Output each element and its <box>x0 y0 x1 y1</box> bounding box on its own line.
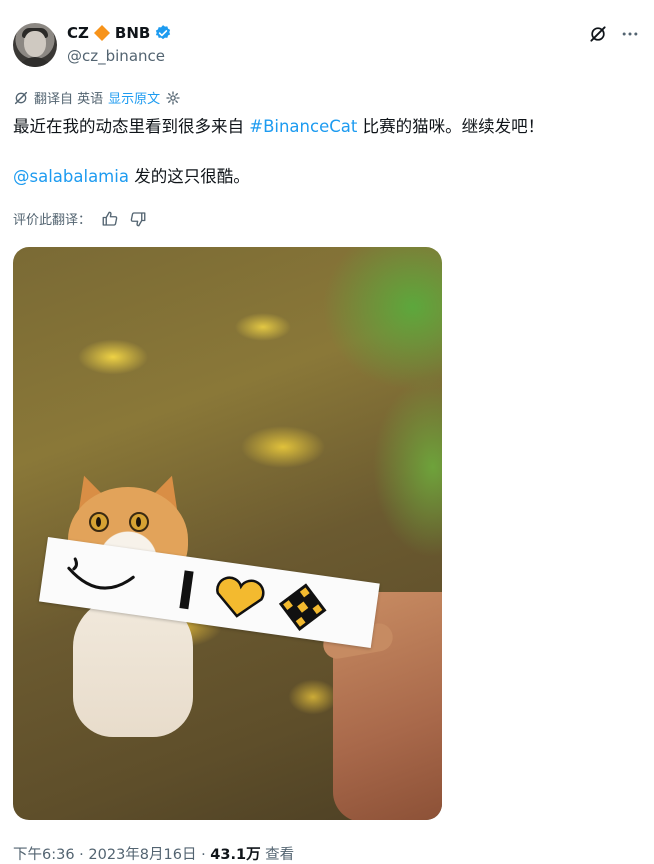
show-original-link[interactable]: 显示原文 <box>108 88 160 107</box>
views-label: 查看 <box>260 847 295 863</box>
more-icon[interactable] <box>620 24 640 44</box>
tweet-date[interactable]: 2023年8月16日 <box>88 847 196 863</box>
translation-bar: 翻译自 英语 显示原文 <box>13 88 181 107</box>
separator: · <box>196 847 211 863</box>
grok-icon[interactable] <box>588 24 608 44</box>
author-handle[interactable]: @cz_binance <box>67 47 165 65</box>
author-name[interactable]: CZ BNB <box>67 24 172 42</box>
tweet-photo[interactable] <box>13 247 442 820</box>
tweet-text-segment: 比赛的猫咪。继续发吧！ <box>357 117 545 136</box>
separator: · <box>74 847 89 863</box>
tweet-meta: 下午6:36 · 2023年8月16日 · 43.1万 查看 <box>13 843 294 864</box>
gear-icon[interactable] <box>165 90 181 106</box>
tweet-text: 最近在我的动态里看到很多来自 #BinanceCat 比赛的猫咪。继续发吧！ @… <box>13 114 633 189</box>
author-name-suffix: BNB <box>114 24 151 42</box>
header-actions <box>588 24 640 44</box>
rate-translation-label: 评价此翻译： <box>13 213 92 228</box>
verified-badge-icon <box>156 25 171 40</box>
cat-eye-left <box>89 512 109 532</box>
hashtag-link[interactable]: #BinanceCat <box>249 117 357 136</box>
views-count: 43.1万 <box>210 847 261 863</box>
author-name-text: CZ <box>67 24 89 42</box>
tweet-line-1: 最近在我的动态里看到很多来自 #BinanceCat 比赛的猫咪。继续发吧！ <box>13 114 633 139</box>
grok-translate-icon <box>14 91 28 104</box>
tweet-time[interactable]: 下午6:36 <box>13 847 75 863</box>
rate-translation: 评价此翻译： <box>13 209 147 228</box>
tweet-line-2: @salabalamia 发的这只很酷。 <box>13 164 633 189</box>
thumbs-up-icon[interactable] <box>101 210 119 228</box>
tweet-text-segment: 发的这只很酷。 <box>128 167 250 186</box>
tweet-text-segment: 最近在我的动态里看到很多来自 <box>13 117 250 136</box>
mention-link[interactable]: @salabalamia <box>13 167 129 186</box>
translation-label: 翻译自 英语 <box>34 92 104 107</box>
cat-eye-right <box>129 512 149 532</box>
thumbs-down-icon[interactable] <box>129 210 147 228</box>
author-avatar[interactable] <box>13 23 57 67</box>
diamond-icon <box>93 25 110 41</box>
